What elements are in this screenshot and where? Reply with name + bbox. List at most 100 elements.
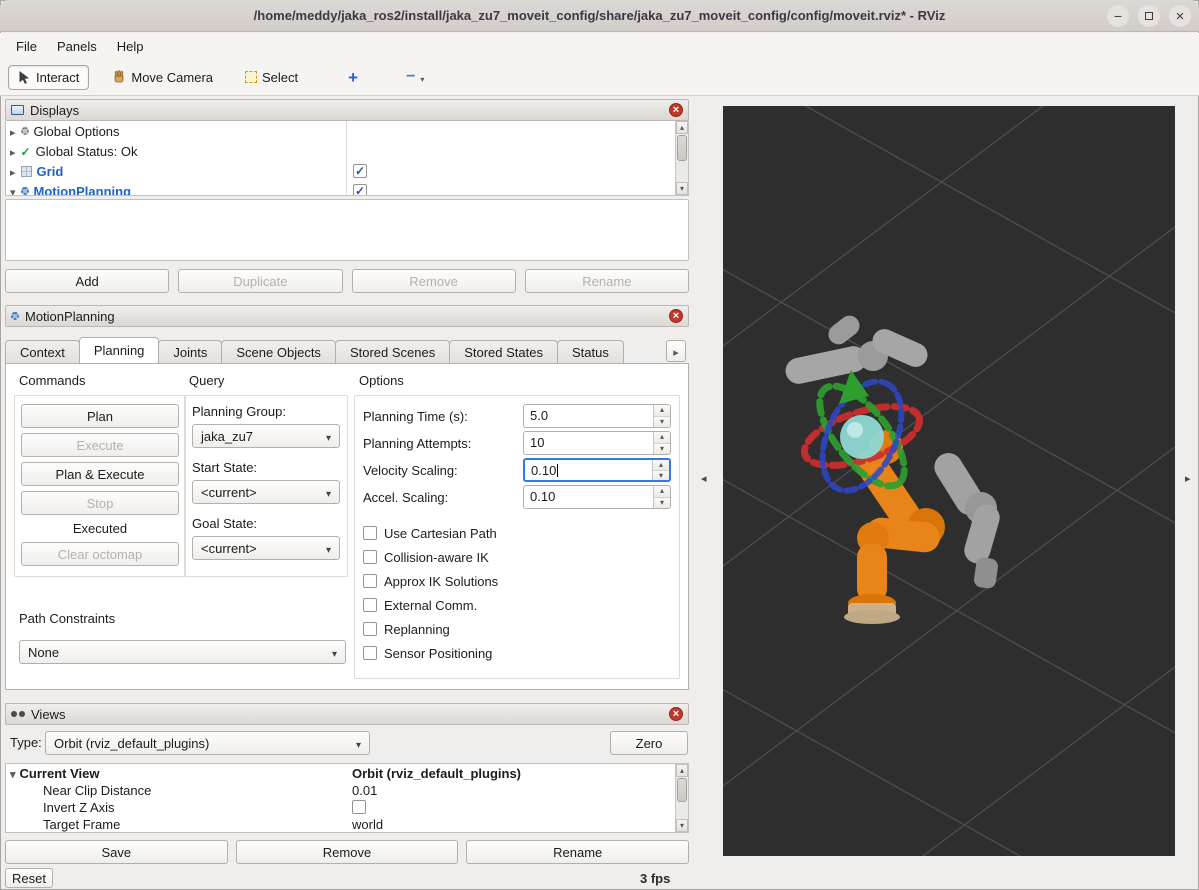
tab-context[interactable]: Context: [5, 340, 80, 363]
target-frame-value[interactable]: world: [352, 817, 383, 832]
views-scrollbar[interactable]: [675, 764, 688, 832]
motionplanning-enabled-checkbox[interactable]: [353, 184, 367, 196]
spin-up-icon[interactable]: [654, 432, 670, 443]
accel-scaling-spinbox[interactable]: 0.10: [523, 485, 671, 509]
move-camera-tool-button[interactable]: Move Camera: [103, 66, 222, 89]
tab-joints[interactable]: Joints: [158, 340, 222, 363]
maximize-button[interactable]: [1138, 5, 1160, 27]
planning-time-spinbox[interactable]: 5.0: [523, 404, 671, 428]
remove-tool-button[interactable]: [397, 65, 433, 89]
expand-arrow-icon[interactable]: [10, 124, 16, 139]
accel-scaling-value: 0.10: [524, 486, 653, 508]
views-close-button[interactable]: [669, 707, 683, 721]
goal-state-select[interactable]: <current>: [192, 536, 340, 560]
expand-arrow-icon[interactable]: [10, 184, 16, 197]
scroll-down-icon[interactable]: [676, 819, 688, 832]
tab-stored-states[interactable]: Stored States: [449, 340, 558, 363]
menu-help[interactable]: Help: [107, 36, 154, 57]
invert-z-label: Invert Z Axis: [6, 800, 115, 815]
spin-up-icon[interactable]: [653, 460, 669, 470]
target-frame-row[interactable]: Target Frame world: [6, 816, 676, 833]
collapse-panel-left-icon[interactable]: ◂: [701, 472, 707, 485]
checkbox-label: Replanning: [384, 622, 450, 637]
display-row-global-status[interactable]: Global Status: Ok: [6, 141, 676, 161]
scrollbar-thumb[interactable]: [677, 778, 687, 802]
use-cartesian-path-checkbox[interactable]: [363, 526, 377, 540]
tab-scene-objects[interactable]: Scene Objects: [221, 340, 336, 363]
scroll-up-icon[interactable]: [676, 121, 688, 134]
global-options-icon: [21, 127, 29, 135]
replanning-checkbox[interactable]: [363, 622, 377, 636]
rviz-window: /home/meddy/jaka_ros2/install/jaka_zu7_m…: [0, 0, 1199, 890]
remove-view-button[interactable]: Remove: [236, 840, 459, 864]
spin-down-icon[interactable]: [654, 443, 670, 455]
menu-file[interactable]: File: [6, 36, 47, 57]
close-window-button[interactable]: [1169, 5, 1191, 27]
scroll-down-icon[interactable]: [676, 182, 688, 195]
current-view-row[interactable]: Current View: [6, 766, 99, 781]
external-comm-checkbox[interactable]: [363, 598, 377, 612]
scroll-up-icon[interactable]: [676, 764, 688, 777]
select-tool-button[interactable]: Select: [236, 66, 307, 89]
render-viewport[interactable]: [723, 106, 1175, 856]
clear-octomap-button[interactable]: Clear octomap: [21, 542, 179, 566]
display-row-motionplanning[interactable]: MotionPlanning: [6, 181, 676, 196]
spin-down-icon[interactable]: [654, 416, 670, 428]
expand-arrow-icon[interactable]: [10, 144, 16, 159]
tab-stored-scenes[interactable]: Stored Scenes: [335, 340, 450, 363]
interact-tool-button[interactable]: Interact: [8, 65, 89, 90]
window-title: /home/meddy/jaka_ros2/install/jaka_zu7_m…: [0, 8, 1199, 23]
duplicate-display-button[interactable]: Duplicate: [178, 269, 342, 293]
invert-z-row[interactable]: Invert Z Axis: [6, 799, 676, 816]
plan-and-execute-button[interactable]: Plan & Execute: [21, 462, 179, 486]
spin-down-icon[interactable]: [653, 470, 669, 481]
grid-enabled-checkbox[interactable]: [353, 164, 367, 178]
spin-down-icon[interactable]: [654, 497, 670, 509]
velocity-scaling-spinbox[interactable]: 0.10: [523, 458, 671, 482]
views-panel-header: Views: [5, 703, 689, 725]
sensor-positioning-checkbox[interactable]: [363, 646, 377, 660]
planning-attempts-spinbox[interactable]: 10: [523, 431, 671, 455]
collapse-arrow-icon[interactable]: [10, 766, 16, 781]
velocity-scaling-value: 0.10: [531, 463, 556, 478]
tab-planning[interactable]: Planning: [79, 337, 160, 363]
collision-aware-ik-checkbox[interactable]: [363, 550, 377, 564]
start-state-select[interactable]: <current>: [192, 480, 340, 504]
add-display-button[interactable]: Add: [5, 269, 169, 293]
reset-button[interactable]: Reset: [5, 868, 53, 888]
tab-scroll-right-button[interactable]: [666, 340, 686, 362]
collapse-panel-right-icon[interactable]: ▸: [1185, 472, 1191, 485]
near-clip-value[interactable]: 0.01: [352, 783, 377, 798]
maximize-icon: [1145, 12, 1153, 20]
marker-center-sphere[interactable]: [840, 415, 884, 459]
minimize-button[interactable]: [1107, 5, 1129, 27]
spin-up-icon[interactable]: [654, 486, 670, 497]
plan-button[interactable]: Plan: [21, 404, 179, 428]
zero-button[interactable]: Zero: [610, 731, 688, 755]
display-row-global-options[interactable]: Global Options: [6, 121, 676, 141]
path-constraints-select[interactable]: None: [19, 640, 346, 664]
stop-button[interactable]: Stop: [21, 491, 179, 515]
near-clip-row[interactable]: Near Clip Distance 0.01: [6, 782, 676, 799]
chevron-down-icon: [326, 485, 331, 500]
view-type-select[interactable]: Orbit (rviz_default_plugins): [45, 731, 370, 755]
add-tool-button[interactable]: [339, 65, 367, 90]
save-view-button[interactable]: Save: [5, 840, 228, 864]
display-row-grid[interactable]: Grid: [6, 161, 676, 181]
spin-up-icon[interactable]: [654, 405, 670, 416]
motionplanning-close-button[interactable]: [669, 309, 683, 323]
invert-z-checkbox[interactable]: [352, 800, 366, 814]
approx-ik-solutions-checkbox[interactable]: [363, 574, 377, 588]
remove-display-button[interactable]: Remove: [352, 269, 516, 293]
rename-display-button[interactable]: Rename: [525, 269, 689, 293]
execute-button[interactable]: Execute: [21, 433, 179, 457]
expand-arrow-icon[interactable]: [10, 164, 16, 179]
tab-status[interactable]: Status: [557, 340, 624, 363]
menu-panels[interactable]: Panels: [47, 36, 107, 57]
scrollbar-thumb[interactable]: [677, 135, 687, 161]
select-label: Select: [262, 70, 298, 85]
displays-close-button[interactable]: [669, 103, 683, 117]
rename-view-button[interactable]: Rename: [466, 840, 689, 864]
planning-group-select[interactable]: jaka_zu7: [192, 424, 340, 448]
displays-scrollbar[interactable]: [675, 121, 688, 195]
